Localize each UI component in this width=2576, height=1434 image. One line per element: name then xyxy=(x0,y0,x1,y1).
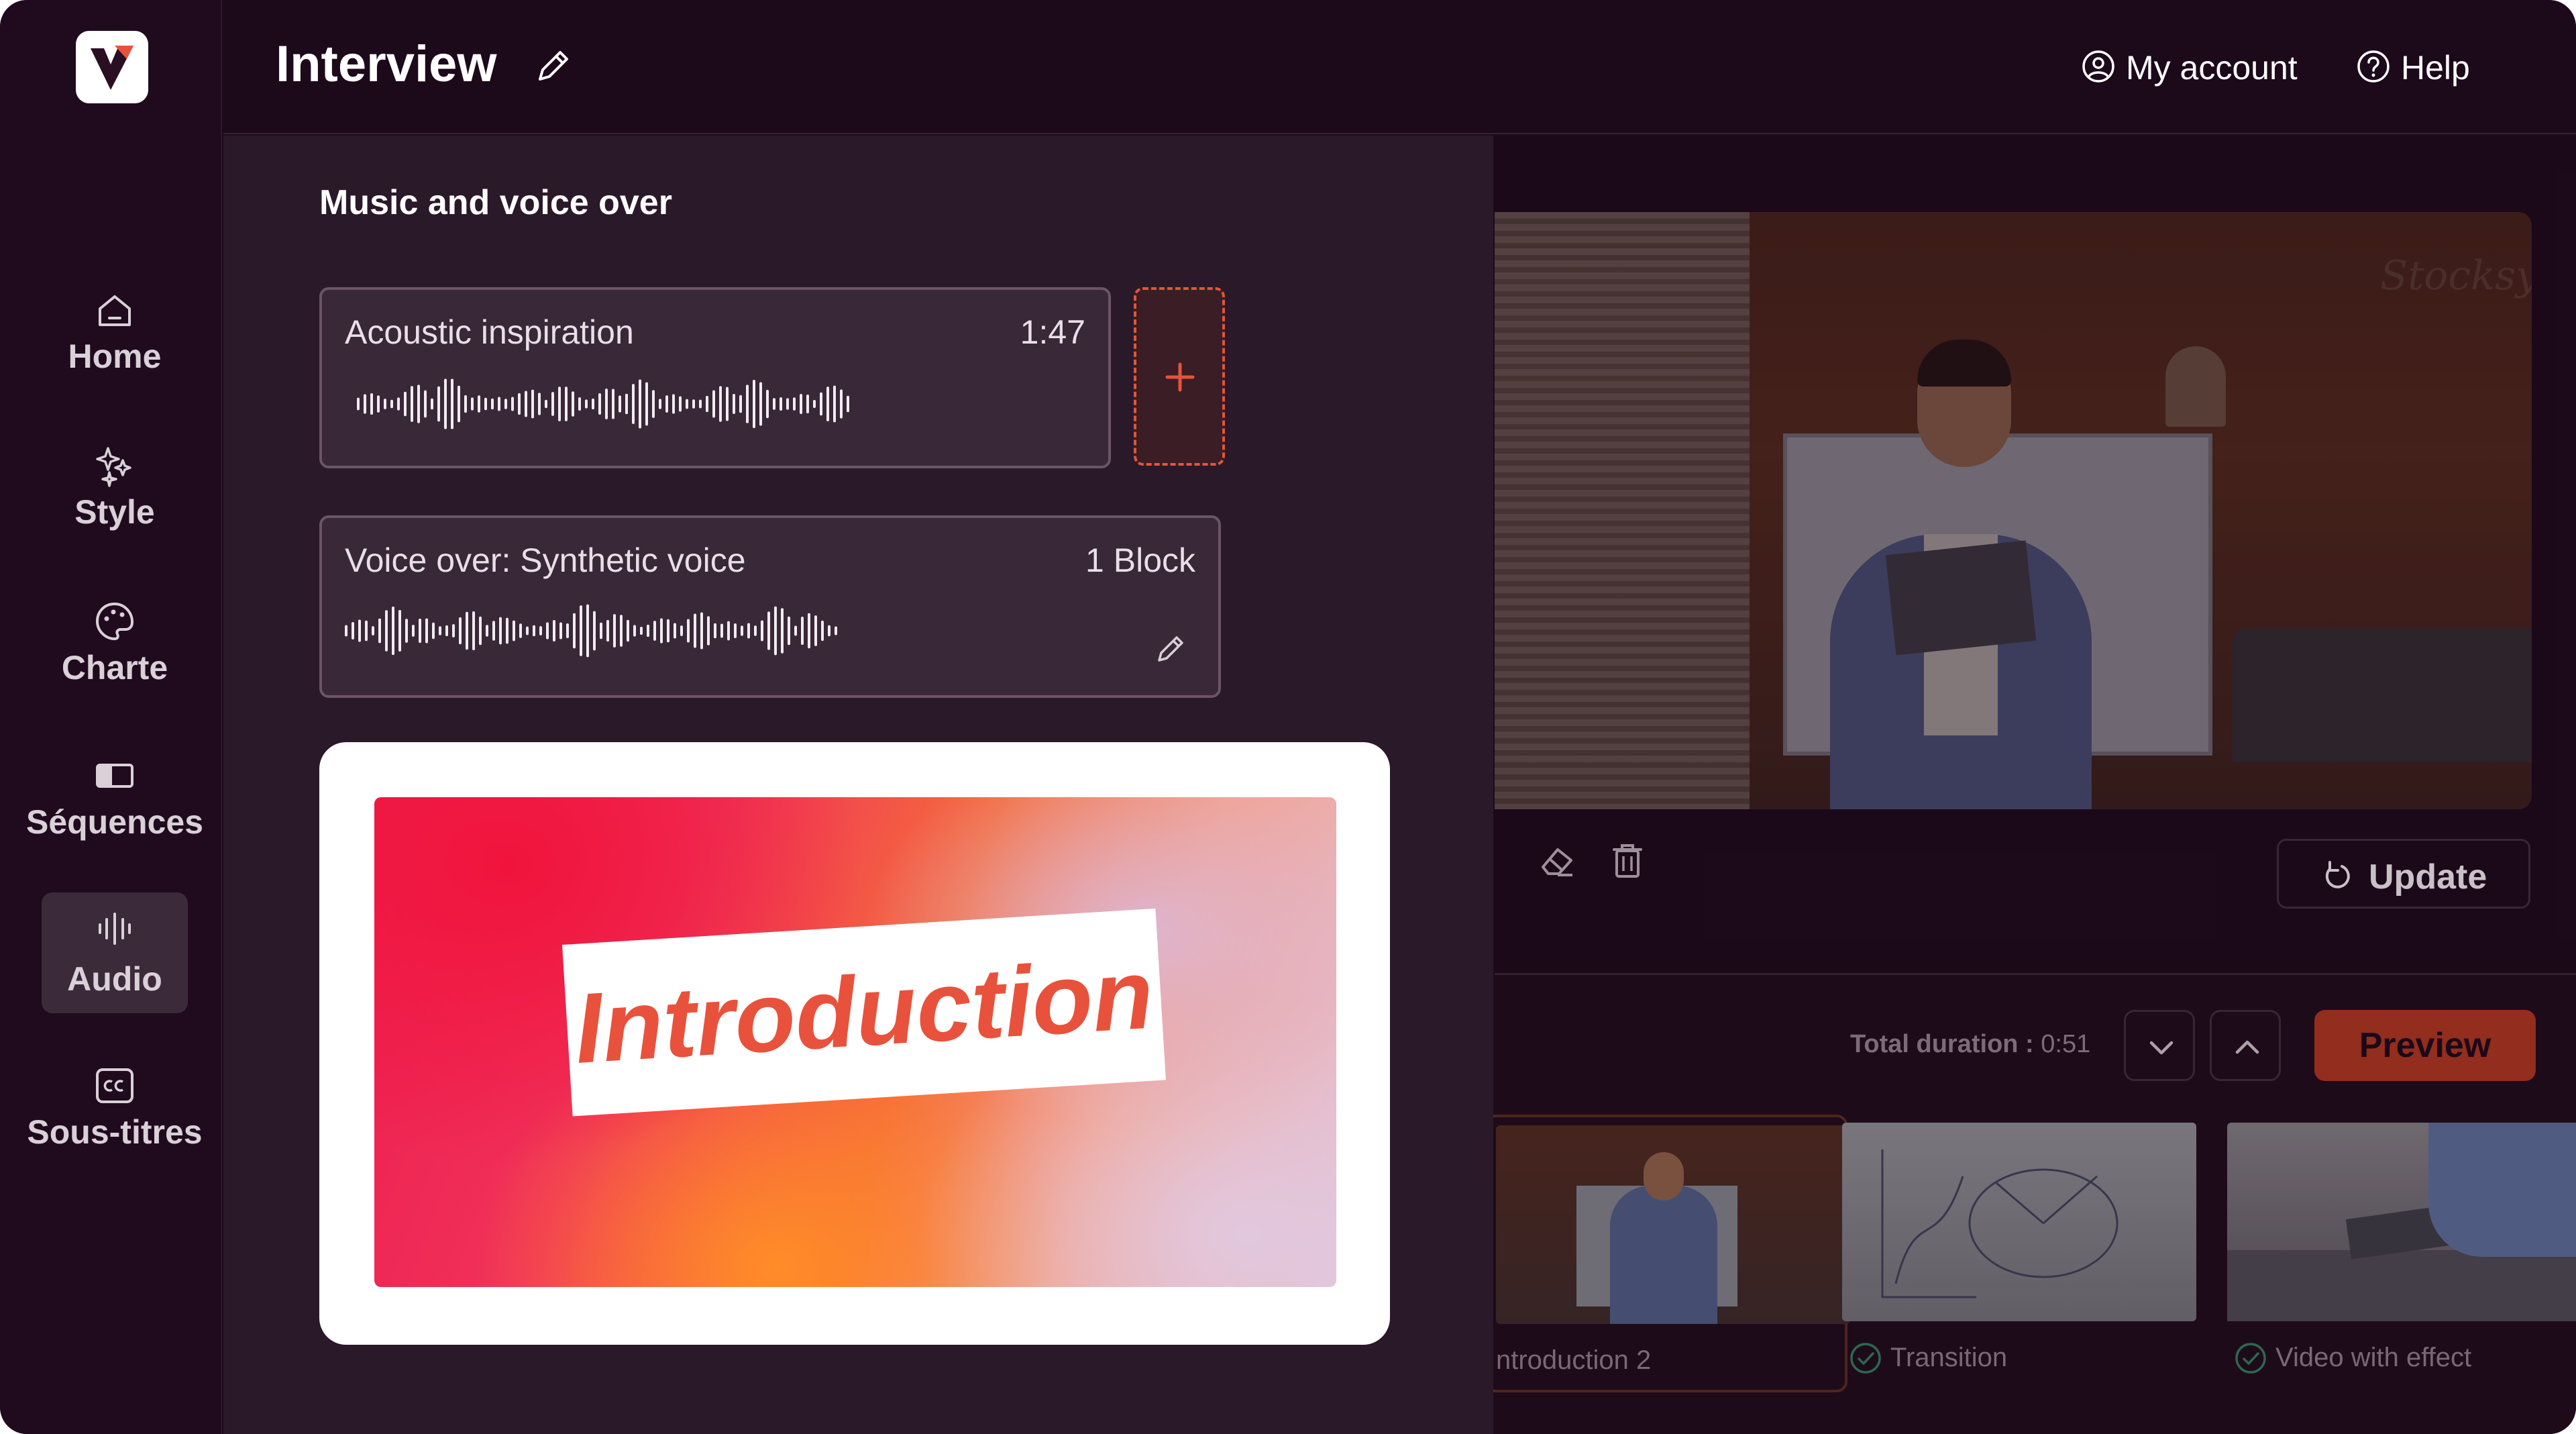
thumb-person-head xyxy=(1644,1152,1684,1200)
chevron-down-icon xyxy=(2149,1041,2174,1055)
video-preview[interactable]: Stocksy xyxy=(1495,212,2532,809)
app-logo[interactable] xyxy=(76,31,148,103)
voice-over-track-name: Voice over: Synthetic voice xyxy=(345,542,746,579)
sidebar-item-sequences[interactable]: Séquences xyxy=(26,727,203,848)
preview-button[interactable]: Preview xyxy=(2314,1010,2536,1081)
thumb-person xyxy=(1610,1186,1717,1324)
top-bar: Interview My account Help xyxy=(223,0,2576,134)
closed-captions-icon xyxy=(96,1068,133,1103)
sidebar-item-style[interactable]: Style xyxy=(42,417,188,538)
help-icon xyxy=(2357,50,2390,83)
refresh-icon xyxy=(2325,861,2350,888)
intro-title-text: Introduction xyxy=(572,938,1157,1084)
trash-icon[interactable] xyxy=(1607,840,1648,880)
sidebar-item-label: Style xyxy=(74,493,155,531)
add-music-button[interactable] xyxy=(1134,287,1225,466)
help-label: Help xyxy=(2401,49,2470,87)
sequence-timeline: Total duration : 0:51 Preview ntroductio… xyxy=(1485,975,2576,1434)
sidebar-item-label: Séquences xyxy=(25,803,203,841)
chevron-up-icon xyxy=(2235,1040,2259,1054)
clip-name: ntroduction 2 xyxy=(1496,1345,1652,1375)
timeline-clip[interactable]: Transition xyxy=(1834,1115,2196,1392)
plus-icon xyxy=(1165,362,1195,392)
clip-thumbnail xyxy=(1842,1123,2196,1321)
sidebar-item-label: Home xyxy=(68,338,162,375)
move-up-button[interactable] xyxy=(2210,1010,2281,1081)
sidebar-item-home[interactable]: Home xyxy=(42,262,188,382)
clip-thumbnail xyxy=(2227,1123,2576,1321)
pencil-icon[interactable] xyxy=(532,44,575,87)
palette-icon xyxy=(95,602,134,641)
total-duration-label: Total duration : xyxy=(1850,1030,2034,1058)
total-duration: Total duration : 0:51 xyxy=(1850,1030,2090,1059)
sidebar: Home Style Charte Séquences Audio Sous-t… xyxy=(0,0,222,1434)
music-track-name: Acoustic inspiration xyxy=(345,313,634,351)
thumb-desk xyxy=(2227,1250,2576,1321)
update-label: Update xyxy=(2369,858,2487,897)
check-circle-icon xyxy=(2235,1343,2266,1374)
music-track[interactable]: Acoustic inspiration 1:47 xyxy=(319,287,1111,468)
audio-icon xyxy=(99,913,131,945)
clip-name: Transition xyxy=(1890,1343,2008,1372)
voice-over-track[interactable]: Voice over: Synthetic voice 1 Block xyxy=(319,515,1221,698)
voice-over-block-count: 1 Block xyxy=(1085,542,1195,579)
check-circle-icon xyxy=(1850,1343,1881,1374)
sidebar-item-audio[interactable]: Audio xyxy=(42,892,188,1013)
sidebar-item-label: Charte xyxy=(61,649,168,686)
clip-name: Video with effect xyxy=(2275,1343,2472,1372)
timeline-clip[interactable]: ntroduction 2 xyxy=(1485,1115,1850,1392)
home-icon xyxy=(99,295,131,326)
sparkles-icon xyxy=(96,447,131,487)
voice-over-waveform xyxy=(345,604,837,658)
video-shade xyxy=(1495,212,2532,809)
timeline-clip[interactable]: Video with effect xyxy=(2219,1115,2576,1392)
editor-workspace: Stocksy Update Total duration : 0:51 Pre… xyxy=(1485,136,2576,1434)
app-window: Home Style Charte Séquences Audio Sous-t… xyxy=(0,0,2576,1434)
sidebar-item-label: Sous-titres xyxy=(27,1113,203,1151)
clip-thumbnail xyxy=(1496,1125,1850,1324)
sequences-icon xyxy=(96,764,133,788)
sidebar-item-charte[interactable]: Charte xyxy=(42,573,188,694)
intro-title-banner: Introduction xyxy=(562,908,1166,1117)
eraser-icon[interactable] xyxy=(1538,840,1578,880)
user-circle-icon xyxy=(2082,50,2114,83)
music-waveform xyxy=(357,378,849,429)
music-track-duration: 1:47 xyxy=(1020,313,1085,351)
edit-voice-over-icon[interactable] xyxy=(1152,631,1189,667)
total-duration-value: 0:51 xyxy=(2041,1030,2091,1058)
logo-icon xyxy=(91,46,133,90)
thumb-arm xyxy=(2428,1123,2576,1257)
update-button[interactable]: Update xyxy=(2277,839,2530,909)
sidebar-item-subtitles[interactable]: Sous-titres xyxy=(27,1037,203,1158)
move-down-button[interactable] xyxy=(2124,1010,2195,1081)
my-account-label: My account xyxy=(2126,49,2298,87)
sidebar-item-label: Audio xyxy=(67,960,162,998)
thumb-chart-sketch xyxy=(1881,1149,2118,1298)
panel-title: Music and voice over xyxy=(319,183,672,222)
project-title: Interview xyxy=(276,36,497,93)
